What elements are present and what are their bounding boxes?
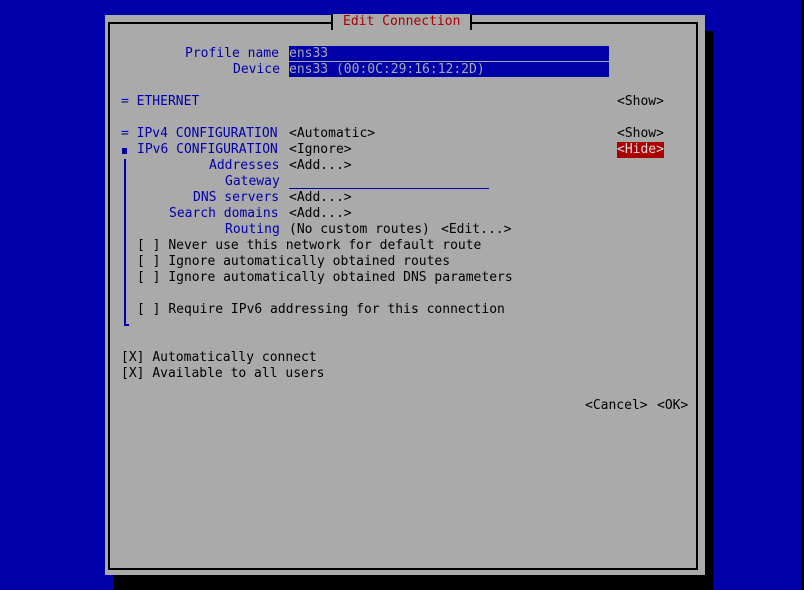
checkbox-mark: [X] bbox=[121, 350, 145, 365]
ipv6-section-bracket-foot bbox=[124, 324, 129, 326]
ipv6-dns-label: DNS servers bbox=[193, 190, 280, 205]
all-users-checkbox[interactable]: [X] Available to all users bbox=[121, 366, 325, 382]
checkbox-label: Never use this network for default route bbox=[168, 238, 482, 253]
dialog-shadow-bottom bbox=[113, 575, 713, 590]
ipv6-expanded-marker-icon bbox=[122, 148, 127, 154]
checkbox-label: Ignore automatically obtained routes bbox=[168, 254, 451, 269]
ipv6-gateway-label: Gateway bbox=[225, 174, 280, 189]
edit-connection-dialog: Edit Connection Profile name ens33 Devic… bbox=[105, 14, 705, 575]
ipv6-section-bracket bbox=[124, 159, 126, 326]
profile-name-input[interactable]: ens33 bbox=[289, 46, 609, 62]
ipv6-require-checkbox[interactable]: [ ] Require IPv6 addressing for this con… bbox=[137, 302, 505, 318]
ipv6-addresses-label: Addresses bbox=[209, 158, 280, 173]
ipv6-ignore-routes-checkbox[interactable]: [ ] Ignore automatically obtained routes bbox=[137, 254, 450, 270]
ipv6-routing-edit-button[interactable]: <Edit...> bbox=[441, 222, 511, 238]
ipv6-ignore-dns-checkbox[interactable]: [ ] Ignore automatically obtained DNS pa… bbox=[137, 270, 513, 286]
checkbox-mark: [ ] bbox=[137, 238, 161, 253]
ipv6-search-domains-label: Search domains bbox=[169, 206, 279, 221]
checkbox-label: Available to all users bbox=[152, 366, 325, 381]
dialog-shadow-right bbox=[705, 31, 713, 590]
ipv6-gateway-underline bbox=[289, 188, 489, 189]
checkbox-label: Require IPv6 addressing for this connect… bbox=[168, 302, 505, 317]
checkbox-label: Ignore automatically obtained DNS parame… bbox=[168, 270, 513, 285]
ok-button[interactable]: <OK> bbox=[657, 398, 688, 414]
ethernet-show-button[interactable]: <Show> bbox=[617, 94, 664, 110]
ipv6-dns-add-button[interactable]: <Add...> bbox=[289, 190, 352, 206]
ipv4-method-dropdown[interactable]: <Automatic> bbox=[289, 126, 375, 142]
ipv6-routing-value: (No custom routes) bbox=[289, 222, 430, 237]
device-label: Device bbox=[233, 62, 280, 77]
profile-name-label: Profile name bbox=[185, 46, 279, 61]
checkbox-mark: [ ] bbox=[137, 254, 161, 269]
checkbox-mark: [ ] bbox=[137, 302, 161, 317]
ipv6-search-domains-add-button[interactable]: <Add...> bbox=[289, 206, 352, 222]
ipv6-method-dropdown[interactable]: <Ignore> bbox=[289, 142, 352, 158]
ipv6-hide-button[interactable]: <Hide> bbox=[617, 142, 664, 158]
device-input[interactable]: ens33 (00:0C:29:16:12:2D) bbox=[289, 62, 609, 78]
ipv6-section-label: IPv6 CONFIGURATION bbox=[137, 142, 278, 157]
ipv6-routing-label: Routing bbox=[225, 222, 280, 237]
checkbox-mark: [X] bbox=[121, 366, 145, 381]
auto-connect-checkbox[interactable]: [X] Automatically connect bbox=[121, 350, 317, 366]
ipv4-section-label: = IPv4 CONFIGURATION bbox=[121, 126, 278, 141]
dialog-title: Edit Connection bbox=[331, 14, 473, 30]
ethernet-section-label: = ETHERNET bbox=[121, 94, 200, 109]
ipv6-addresses-add-button[interactable]: <Add...> bbox=[289, 158, 352, 174]
checkbox-label: Automatically connect bbox=[152, 350, 317, 365]
ipv6-never-default-checkbox[interactable]: [ ] Never use this network for default r… bbox=[137, 238, 481, 254]
checkbox-mark: [ ] bbox=[137, 270, 161, 285]
cancel-button[interactable]: <Cancel> bbox=[585, 398, 648, 414]
ipv4-show-button[interactable]: <Show> bbox=[617, 126, 664, 142]
